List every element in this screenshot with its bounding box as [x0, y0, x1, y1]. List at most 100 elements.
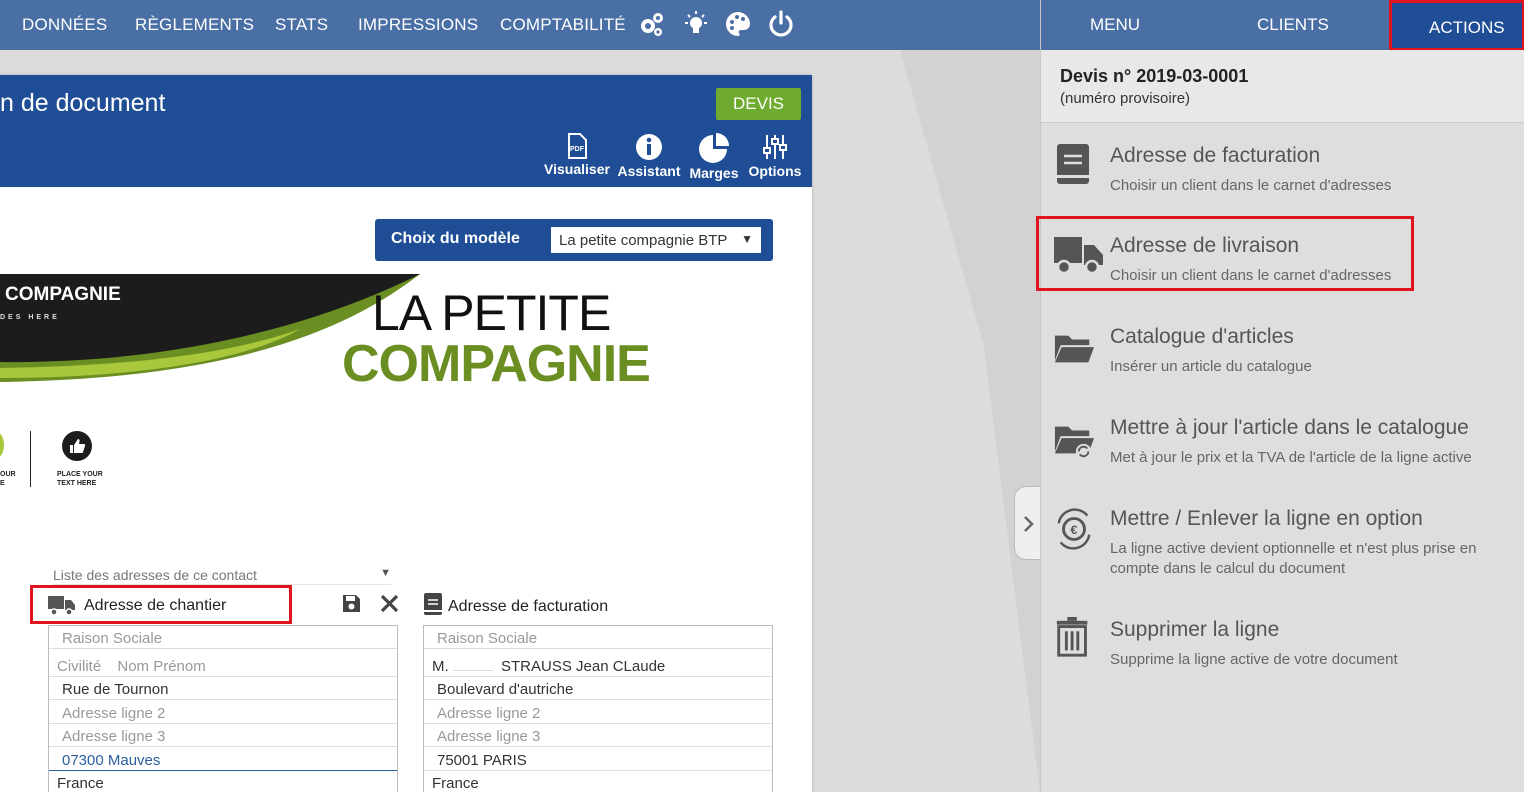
banner-circle-left [0, 431, 4, 459]
facturation-line1[interactable]: Boulevard d'autriche [424, 677, 772, 700]
document-header: n de document DEVIS PDF Visualiser Assis… [0, 75, 812, 187]
marges-label: Marges [689, 165, 739, 181]
chantier-line3[interactable]: Adresse ligne 3 [49, 724, 397, 747]
pdf-icon: PDF [568, 133, 587, 159]
svg-text:€: € [1071, 523, 1078, 537]
chantier-header: Adresse de chantier [84, 597, 227, 614]
model-chooser: Choix du modèle La petite compagnie BTP … [375, 219, 773, 261]
facturation-city[interactable]: 75001 PARIS [424, 748, 772, 771]
visualiser-button[interactable]: PDF Visualiser [544, 133, 610, 177]
action-catalogue-articles[interactable]: Catalogue d'articles Insérer un article … [1041, 325, 1524, 381]
folder-sync-icon [1054, 426, 1095, 460]
action-delete-line[interactable]: Supprimer la ligne Supprime la ligne act… [1041, 617, 1524, 674]
action-title: Mettre à jour l'article dans le catalogu… [1110, 416, 1469, 439]
action-desc: Supprime la ligne active de votre docume… [1110, 651, 1398, 668]
background-shape [900, 50, 1040, 792]
devis-button[interactable]: DEVIS [716, 88, 801, 120]
banner-text-left: OUR E [0, 471, 16, 487]
nav-impressions[interactable]: IMPRESSIONS [358, 15, 478, 35]
lightbulb-icon[interactable] [681, 9, 711, 39]
panel-collapse-handle[interactable] [1014, 486, 1042, 560]
assistant-label: Assistant [617, 163, 681, 179]
action-title: Adresse de facturation [1110, 144, 1321, 167]
tab-menu[interactable]: MENU [1090, 15, 1140, 35]
trash-icon [1056, 617, 1088, 657]
tab-clients[interactable]: CLIENTS [1257, 15, 1329, 35]
close-icon[interactable] [380, 594, 399, 613]
tab-actions[interactable]: ACTIONS [1389, 0, 1524, 51]
facturation-civilite[interactable]: M. [432, 658, 449, 675]
address-book-icon [1057, 144, 1089, 184]
facturation-form: Raison Sociale M. STRAUSS Jean CLaude Bo… [423, 625, 773, 792]
raison-sociale-placeholder: Raison Sociale [437, 630, 538, 647]
chantier-country[interactable]: France [49, 771, 397, 792]
facturation-line3[interactable]: Adresse ligne 3 [424, 724, 772, 747]
marges-button[interactable]: Marges [686, 133, 742, 181]
options-label: Options [748, 163, 802, 179]
save-icon[interactable] [342, 594, 361, 613]
chantier-name-row: Civilité Nom Prénom [49, 654, 397, 677]
facturation-raison-sociale[interactable]: Raison Sociale [424, 626, 772, 649]
chantier-country-value: France [57, 775, 104, 792]
euro-cycle-icon: € [1057, 508, 1091, 550]
options-button[interactable]: Options [746, 133, 804, 179]
action-title: Mettre / Enlever la ligne en option [1110, 507, 1423, 530]
power-icon[interactable] [766, 9, 796, 39]
action-desc: Met à jour le prix et la TVA de l'articl… [1110, 449, 1472, 466]
chantier-raison-sociale[interactable]: Raison Sociale [49, 626, 397, 649]
chantier-form: Raison Sociale Civilité Nom Prénom Rue d… [48, 625, 398, 792]
nav-stats[interactable]: STATS [275, 15, 328, 35]
action-adresse-facturation[interactable]: Adresse de facturation Choisir un client… [1041, 144, 1524, 200]
thumbs-up-icon [62, 431, 92, 461]
chantier-line2[interactable]: Adresse ligne 2 [49, 701, 397, 724]
action-update-catalogue[interactable]: Mettre à jour l'article dans le catalogu… [1041, 416, 1524, 472]
chantier-line1-value: Rue de Tournon [62, 681, 169, 698]
actions-panel: MENU CLIENTS ACTIONS Devis n° 2019-03-00… [1040, 0, 1524, 792]
action-title: Catalogue d'articles [1110, 325, 1294, 348]
nav-reglements[interactable]: RÈGLEMENTS [135, 15, 254, 35]
facturation-country[interactable]: France [424, 771, 772, 792]
model-label: Choix du modèle [391, 230, 520, 247]
facturation-line2-placeholder: Adresse ligne 2 [437, 705, 541, 722]
gears-icon[interactable] [637, 9, 667, 39]
livraison-highlight [1036, 216, 1414, 291]
model-selected-value: La petite compagnie BTP [559, 232, 728, 249]
action-toggle-option[interactable]: € Mettre / Enlever la ligne en option La… [1041, 507, 1524, 579]
address-book-icon [424, 593, 442, 615]
facturation-header: Adresse de facturation [448, 598, 609, 615]
document-title: n de document [0, 89, 166, 117]
facturation-line2[interactable]: Adresse ligne 2 [424, 701, 772, 724]
chevron-down-icon: ▼ [380, 567, 391, 579]
facturation-country-value: France [432, 775, 479, 792]
folder-open-icon [1054, 335, 1095, 363]
action-desc: La ligne active devient optionnelle et n… [1110, 540, 1477, 577]
tab-actions-label: ACTIONS [1429, 18, 1505, 37]
address-list-select[interactable]: Liste des adresses de ce contact ▼ [53, 567, 391, 585]
chevron-down-icon: ▼ [741, 232, 753, 246]
nav-comptabilite[interactable]: COMPTABILITÉ [500, 15, 626, 35]
chantier-nom-prenom[interactable]: Nom Prénom [117, 658, 205, 675]
chantier-line3-placeholder: Adresse ligne 3 [62, 728, 166, 745]
civilite-underline [452, 670, 493, 671]
facturation-nom-prenom[interactable]: STRAUSS Jean CLaude [501, 658, 665, 675]
banner-tagline: DES HERE [0, 314, 60, 321]
chantier-line1[interactable]: Rue de Tournon [49, 677, 397, 700]
panel-tabs: MENU CLIENTS ACTIONS [1041, 0, 1524, 51]
facturation-line1-value: Boulevard d'autriche [437, 681, 574, 698]
assistant-button[interactable]: Assistant [616, 133, 682, 179]
chantier-civilite[interactable]: Civilité [57, 658, 101, 675]
chantier-city[interactable]: 07300 Mauves [49, 748, 397, 771]
document-card: n de document DEVIS PDF Visualiser Assis… [0, 75, 812, 792]
chantier-line2-placeholder: Adresse ligne 2 [62, 705, 166, 722]
action-title: Supprimer la ligne [1110, 618, 1280, 641]
logo-title-line2: COMPAGNIE [342, 335, 651, 393]
facturation-name-row: M. STRAUSS Jean CLaude [424, 654, 772, 677]
sliders-icon [763, 135, 787, 159]
pie-chart-icon [699, 133, 729, 163]
nav-donnees[interactable]: DONNÉES [22, 15, 107, 35]
svg-text:PDF: PDF [570, 146, 585, 153]
model-select[interactable]: La petite compagnie BTP ▼ [551, 227, 761, 253]
chevron-right-icon [1024, 516, 1034, 532]
action-desc: Choisir un client dans le carnet d'adres… [1110, 177, 1392, 194]
palette-icon[interactable] [723, 9, 753, 39]
